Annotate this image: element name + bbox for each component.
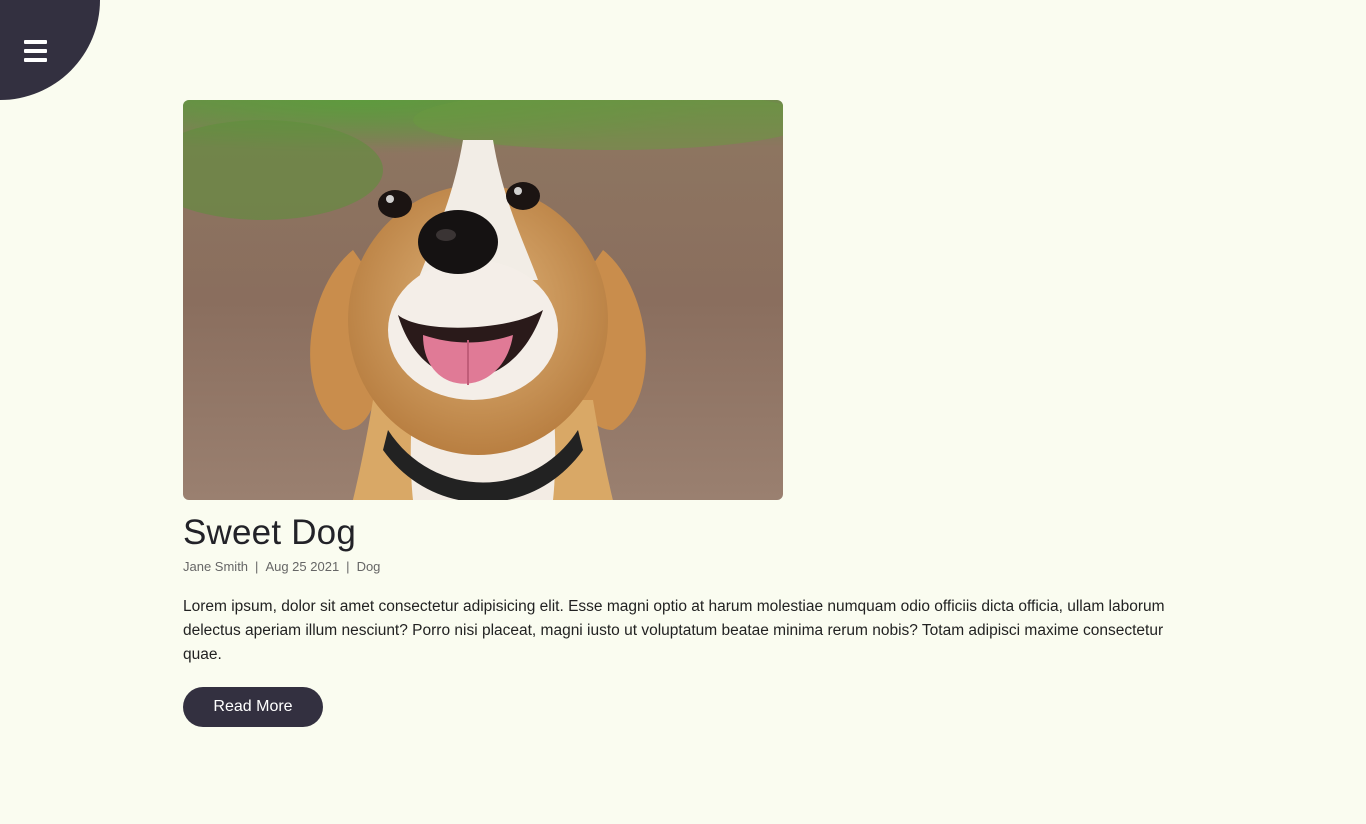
meta-separator: |: [255, 559, 259, 574]
meta-separator: |: [346, 559, 350, 574]
post-image: [183, 100, 783, 500]
beagle-photo: [183, 100, 783, 500]
hamburger-menu-icon[interactable]: [24, 40, 47, 62]
read-more-button[interactable]: Read More: [183, 687, 323, 727]
menu-toggle-button[interactable]: [0, 0, 100, 100]
post-date: Aug 25 2021: [265, 559, 340, 574]
post-excerpt: Lorem ipsum, dolor sit amet consectetur …: [183, 598, 1165, 663]
post-category[interactable]: Dog: [357, 559, 381, 574]
blog-post-card: Sweet Dog Jane Smith | Aug 25 2021 | Dog Lor…: [183, 100, 1183, 727]
post-author: Jane Smith: [183, 559, 249, 574]
post-meta: Jane Smith | Aug 25 2021 | Dog: [183, 558, 1183, 576]
post-title[interactable]: Sweet Dog: [183, 512, 1183, 554]
